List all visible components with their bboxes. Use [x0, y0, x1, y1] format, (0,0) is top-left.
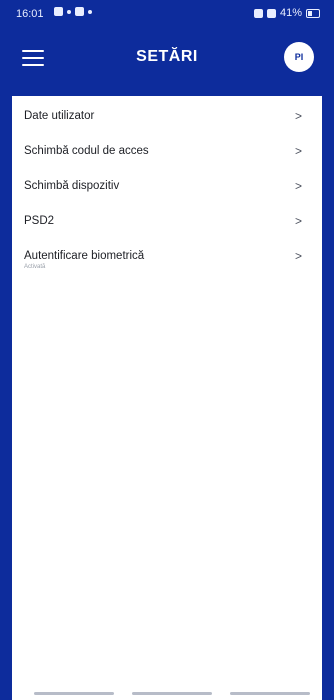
status-system-icons: 41%: [253, 7, 320, 19]
settings-item-label: Date utilizator: [24, 110, 95, 122]
chevron-right-icon: >: [294, 214, 302, 228]
settings-item-status: Activată: [24, 264, 46, 270]
bottom-nav-bar: [12, 690, 322, 700]
settings-item-user-data[interactable]: Date utilizator >: [12, 96, 322, 131]
chevron-right-icon: >: [294, 179, 302, 193]
status-notification-icons: [54, 7, 92, 16]
settings-item-change-access-code[interactable]: Schimbă codul de acces >: [12, 131, 322, 166]
chevron-right-icon: >: [294, 249, 302, 263]
status-time: 16:01: [16, 8, 44, 20]
settings-item-psd2[interactable]: PSD2 >: [12, 201, 322, 236]
notification-icon: [54, 7, 63, 16]
notification-icon: [75, 7, 84, 16]
settings-item-biometric-auth[interactable]: Autentificare biometrică Activată >: [12, 236, 322, 276]
settings-list: Date utilizator > Schimbă codul de acces…: [12, 96, 322, 276]
avatar[interactable]: PI: [284, 42, 314, 72]
status-bar: 16:01 41%: [0, 0, 334, 26]
settings-item-label: PSD2: [24, 215, 55, 227]
settings-item-label: Schimbă dispozitiv: [24, 180, 120, 192]
app-bar: SETĂRI PI: [0, 36, 334, 96]
chevron-right-icon: >: [294, 144, 302, 158]
battery-icon: [306, 8, 320, 18]
settings-item-label: Autentificare biometrică: [24, 250, 145, 262]
notification-dot-icon: [88, 9, 92, 14]
battery-percentage: 41%: [279, 7, 302, 19]
signal-icon: [253, 8, 263, 18]
chevron-right-icon: >: [294, 109, 302, 123]
nav-handle[interactable]: [132, 692, 212, 695]
bottom-nav-handles: [34, 692, 310, 695]
app-frame: 16:01 41% SETĂRI PI Date utilizator > Sc…: [0, 0, 334, 700]
nav-handle[interactable]: [230, 692, 310, 695]
settings-item-label: Schimbă codul de acces: [24, 145, 149, 157]
settings-content: Date utilizator > Schimbă codul de acces…: [12, 96, 322, 690]
nav-handle[interactable]: [34, 692, 114, 695]
notification-icon: [67, 9, 71, 14]
wifi-icon: [266, 8, 276, 18]
settings-item-change-device[interactable]: Schimbă dispozitiv >: [12, 166, 322, 201]
